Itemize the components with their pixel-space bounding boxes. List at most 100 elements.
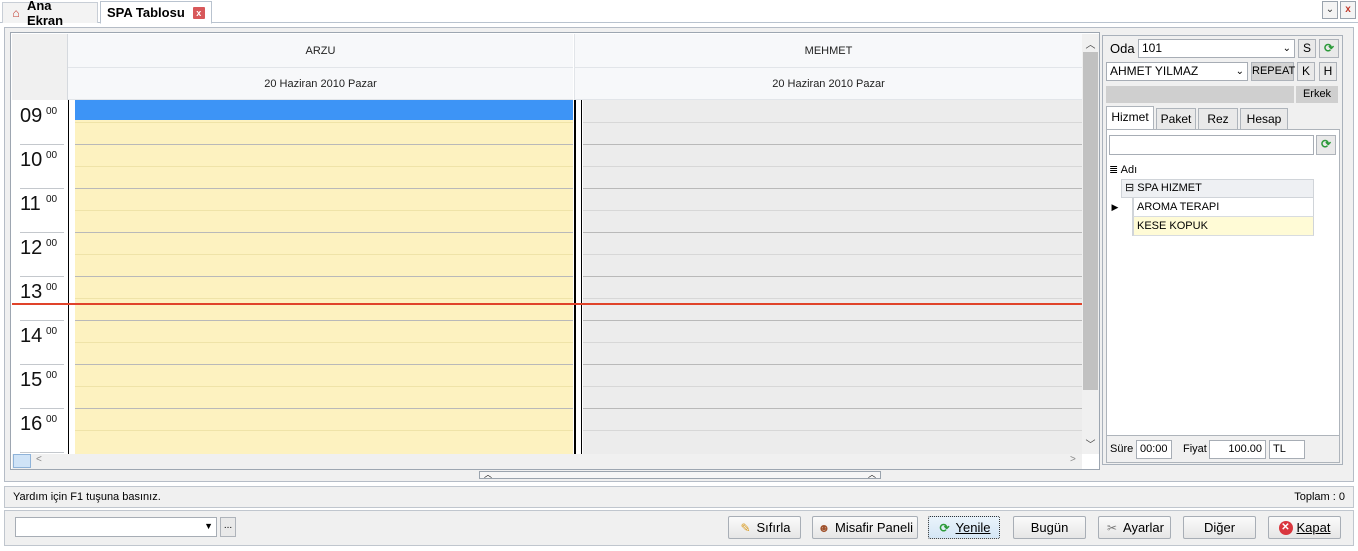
scroll-right-icon[interactable]: > bbox=[1070, 454, 1076, 465]
minute-value: 00 bbox=[46, 414, 58, 425]
chevron-down-icon: ⌄ bbox=[1235, 66, 1244, 77]
tab-spa-label: SPA Tablosu bbox=[107, 5, 185, 20]
time-slot-line bbox=[583, 342, 1082, 343]
time-column: 09 00 10 00 11 00 12 00 13 00 14 00 15 00 16 00 bbox=[12, 34, 68, 454]
bottom-toolbar: ▼ ... ✎ Sıfırla ☻ Misafir Paneli ⟳ Yenile B… bbox=[4, 510, 1354, 546]
reset-button[interactable]: ✎ Sıfırla bbox=[728, 516, 801, 539]
group-row[interactable]: ⊟ SPA HIZMET bbox=[1121, 179, 1314, 198]
repeat-button[interactable]: REPEAT bbox=[1251, 62, 1295, 81]
minute-value: 00 bbox=[46, 194, 58, 205]
time-slot-line bbox=[583, 430, 1082, 431]
gender-label: Erkek bbox=[1296, 86, 1338, 103]
refresh-icon[interactable]: ⟳ bbox=[1319, 39, 1339, 58]
corner-box bbox=[13, 454, 31, 468]
refresh-icon[interactable]: ⟳ bbox=[1316, 135, 1336, 155]
duration-input[interactable]: 00:00 bbox=[1136, 440, 1172, 459]
price-input[interactable]: 100.00 bbox=[1209, 440, 1266, 459]
column-date-arzu: 20 Haziran 2010 Pazar bbox=[68, 68, 573, 100]
refresh-icon: ⟳ bbox=[939, 520, 950, 535]
minute-value: 00 bbox=[46, 370, 58, 381]
other-button[interactable]: Diğer bbox=[1183, 516, 1256, 539]
service-search-input[interactable] bbox=[1109, 135, 1314, 155]
time-slot-line bbox=[583, 386, 1082, 387]
grid-header: ≣ Adı bbox=[1109, 161, 1319, 179]
hour-value: 11 bbox=[20, 193, 41, 215]
tab-home[interactable]: ⌂ Ana Ekran bbox=[2, 0, 98, 28]
splitter-grip[interactable]: ︿ ︿ bbox=[479, 471, 881, 479]
splitter-up-icon[interactable]: ︿ bbox=[484, 471, 492, 479]
list-item[interactable]: KESE KOPUK bbox=[1133, 217, 1314, 236]
hour-label: 13 00 bbox=[20, 277, 64, 321]
settings-button[interactable]: ✂ Ayarlar bbox=[1098, 516, 1171, 539]
h-button[interactable]: H bbox=[1319, 62, 1337, 81]
time-slot-line bbox=[75, 276, 573, 277]
time-slot-line bbox=[583, 254, 1082, 255]
time-slot-line bbox=[75, 408, 573, 409]
time-slot-line bbox=[75, 298, 573, 299]
tab-hesap[interactable]: Hesap bbox=[1240, 108, 1288, 130]
row-gutter bbox=[1109, 198, 1133, 236]
horizontal-scrollbar[interactable]: < > bbox=[12, 454, 1082, 469]
time-slot-line bbox=[75, 122, 573, 123]
collapse-icon[interactable]: ⊟ bbox=[1125, 182, 1134, 194]
guest-panel-button[interactable]: ☻ Misafir Paneli bbox=[812, 516, 918, 539]
time-slot-line bbox=[75, 232, 573, 233]
status-bar: Yardım için F1 tuşuna basınız. Toplam : … bbox=[4, 486, 1354, 508]
tab-spa-tablosu[interactable]: SPA Tablosu x bbox=[100, 1, 212, 24]
column-header-mehmet: MEHMET bbox=[574, 34, 1082, 68]
hour-value: 16 bbox=[20, 413, 43, 435]
close-button[interactable]: ✕ Kapat bbox=[1268, 516, 1341, 539]
hour-label: 16 00 bbox=[20, 409, 64, 453]
tab-home-label: Ana Ekran bbox=[26, 0, 64, 28]
time-slot-line bbox=[583, 276, 1082, 277]
time-slot-line bbox=[583, 298, 1082, 299]
tab-paket[interactable]: Paket bbox=[1156, 108, 1196, 130]
tab-rez[interactable]: Rez bbox=[1198, 108, 1238, 130]
hour-label: 09 00 bbox=[20, 101, 64, 145]
bottom-combo[interactable]: ▼ bbox=[15, 517, 217, 537]
guest-select[interactable]: AHMET YILMAZ ⌄ bbox=[1106, 62, 1248, 81]
time-slot-line bbox=[583, 232, 1082, 233]
arzu-resource-bar bbox=[68, 100, 74, 454]
window-close-button[interactable]: x bbox=[1340, 1, 1356, 19]
list-item[interactable]: AROMA TERAPI bbox=[1133, 198, 1314, 217]
today-button[interactable]: Bugün bbox=[1013, 516, 1086, 539]
time-slot-line bbox=[75, 254, 573, 255]
hour-label: 10 00 bbox=[20, 145, 64, 189]
time-slot-line bbox=[75, 386, 573, 387]
duration-label: Süre bbox=[1110, 443, 1134, 455]
time-slot-line bbox=[75, 430, 573, 431]
scroll-up-icon[interactable]: ︿ bbox=[1084, 36, 1097, 51]
minute-value: 00 bbox=[46, 150, 58, 161]
scheduler-grid: 09 00 10 00 11 00 12 00 13 00 14 00 15 00 16 00 ARZU 20… bbox=[10, 32, 1100, 470]
broom-icon: ✎ bbox=[740, 520, 751, 535]
tab-close-icon[interactable]: x bbox=[192, 6, 205, 19]
scroll-down-icon[interactable]: ﹀ bbox=[1084, 436, 1097, 451]
minute-value: 00 bbox=[46, 106, 58, 117]
time-slot-line bbox=[75, 364, 573, 365]
window-dropdown-button[interactable]: ⌄ bbox=[1322, 1, 1338, 19]
time-slot-line bbox=[75, 166, 573, 167]
tab-hizmet[interactable]: Hizmet bbox=[1106, 106, 1154, 130]
time-column-header bbox=[12, 34, 68, 100]
ellipsis-button[interactable]: ... bbox=[220, 517, 236, 537]
room-select[interactable]: 101 ⌄ bbox=[1138, 39, 1295, 58]
vertical-scrollbar-thumb[interactable] bbox=[1083, 52, 1098, 390]
arzu-day-column[interactable] bbox=[75, 100, 573, 454]
splitter-up-icon-right[interactable]: ︿ bbox=[868, 471, 876, 479]
selected-slot[interactable] bbox=[75, 100, 573, 120]
time-slot-line bbox=[583, 408, 1082, 409]
hizmet-panel: ⟳ ≣ Adı ⊟ SPA HIZMET ▶ AROMA TERAPI KESE… bbox=[1106, 129, 1340, 463]
dropdown-arrow-icon[interactable]: ▼ bbox=[204, 518, 213, 535]
current-time-line bbox=[12, 303, 1082, 305]
scroll-left-icon[interactable]: < bbox=[36, 454, 42, 465]
currency-input[interactable]: TL bbox=[1269, 440, 1305, 459]
k-button[interactable]: K bbox=[1297, 62, 1315, 81]
mehmet-day-column[interactable] bbox=[583, 100, 1082, 454]
time-slot-line bbox=[583, 320, 1082, 321]
refresh-button[interactable]: ⟳ Yenile bbox=[928, 516, 1000, 539]
hour-label: 12 00 bbox=[20, 233, 64, 277]
s-button[interactable]: S bbox=[1298, 39, 1316, 58]
hour-label: 15 00 bbox=[20, 365, 64, 409]
vertical-scrollbar[interactable]: ︿ ﹀ bbox=[1082, 34, 1099, 454]
